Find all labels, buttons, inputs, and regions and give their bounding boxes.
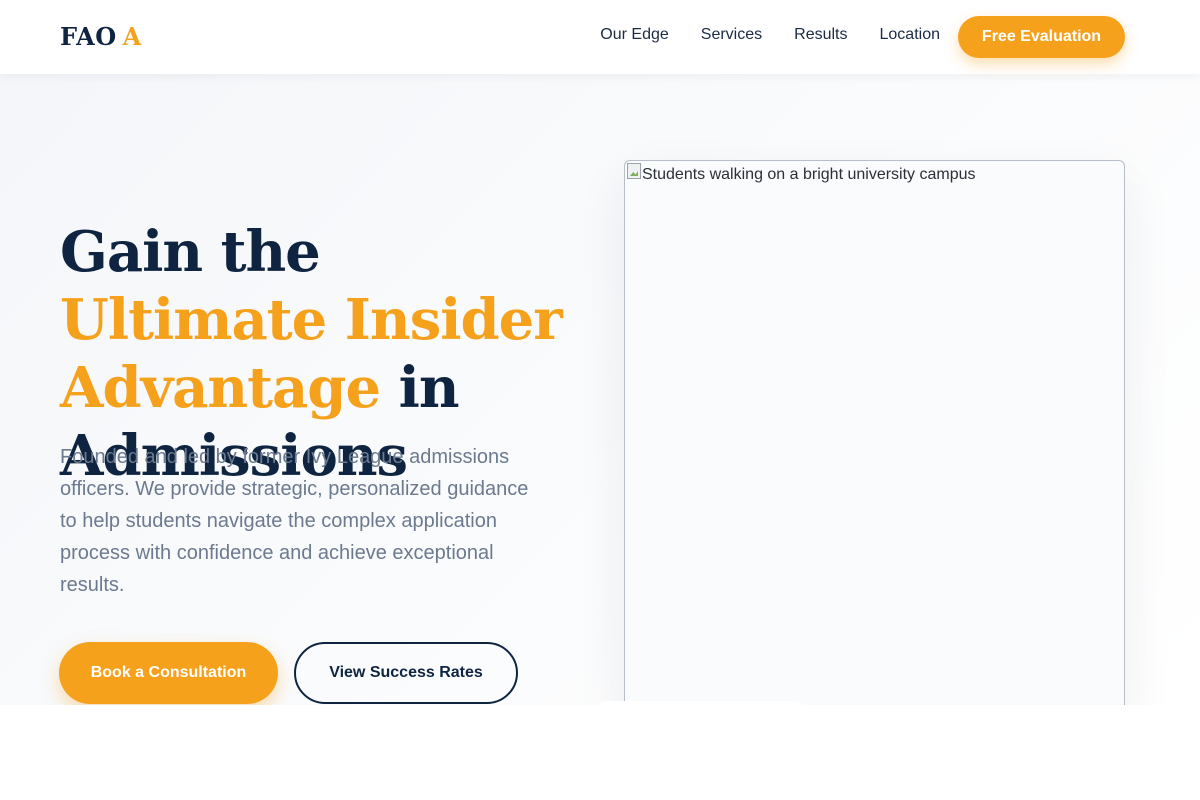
logo-accent: A <box>122 22 142 51</box>
view-success-rates-button[interactable]: View Success Rates <box>294 642 518 704</box>
nav-link-location[interactable]: Location <box>880 26 941 44</box>
hero-image: Students walking on a bright university … <box>624 160 1125 705</box>
floating-card <box>594 701 808 705</box>
nav-link-our-edge[interactable]: Our Edge <box>600 26 668 44</box>
hero-description: Founded and led by former Ivy League adm… <box>60 446 529 596</box>
free-evaluation-button[interactable]: Free Evaluation <box>958 16 1125 58</box>
main-nav: Our Edge Services Results Location <box>600 26 940 44</box>
headline-part-1: Gain the <box>60 219 321 285</box>
hero-section: Gain the Ultimate Insider Advantage in A… <box>0 74 1200 705</box>
site-header: FAO A Our Edge Services Results Location … <box>0 0 1200 74</box>
nav-link-results[interactable]: Results <box>794 26 847 44</box>
nav-link-services[interactable]: Services <box>701 26 762 44</box>
hero-image-alt-text: Students walking on a bright university … <box>642 166 976 183</box>
book-consultation-button[interactable]: Book a Consultation <box>59 642 278 704</box>
headline-accent: Ultimate Insider Advantage <box>60 287 563 421</box>
logo-text: FAO <box>60 22 117 51</box>
logo[interactable]: FAO A <box>60 22 142 51</box>
broken-image-icon <box>627 163 641 179</box>
